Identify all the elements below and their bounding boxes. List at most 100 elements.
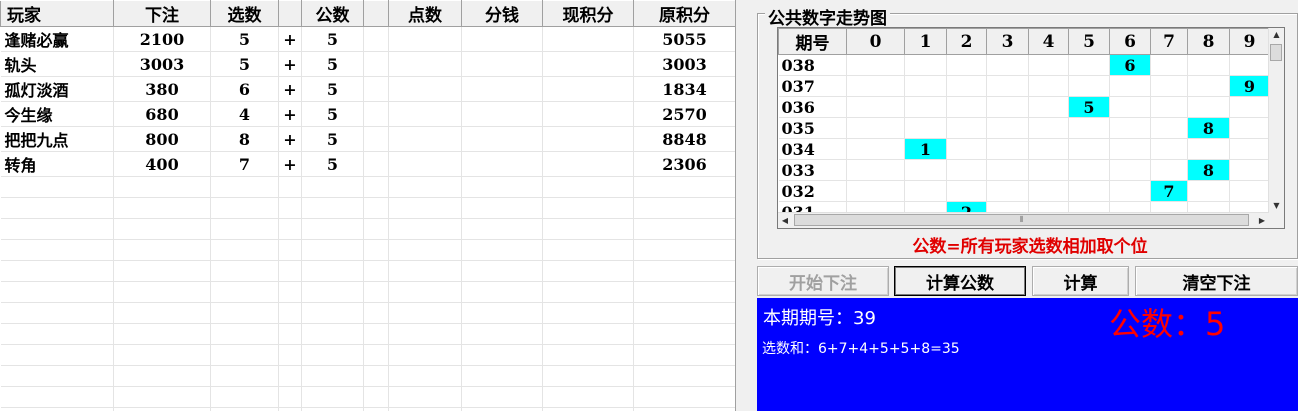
empty-row[interactable]	[0, 197, 735, 219]
player-cell-pick	[210, 365, 279, 387]
scroll-down-arrow-icon[interactable]: ▼	[1269, 199, 1284, 213]
trend-col-header-digit[interactable]: 2	[946, 28, 987, 55]
player-cell-bet	[113, 281, 211, 303]
player-row[interactable]: 转角 400 7 +5 2306	[0, 151, 735, 177]
scroll-right-arrow-icon[interactable]: ▶	[1255, 213, 1269, 228]
player-cell-blank	[363, 76, 389, 102]
trend-col-header-digit[interactable]: 5	[1068, 28, 1110, 55]
horizontal-scroll-thumb[interactable]: ⦀	[794, 214, 1249, 226]
trend-col-header-digit[interactable]: 0	[846, 28, 905, 55]
player-cell-op: +	[278, 26, 302, 52]
col-header-op[interactable]	[278, 0, 302, 27]
player-cell-public	[301, 239, 364, 261]
player-cell-op	[278, 176, 302, 198]
player-row[interactable]: 孤灯淡酒 380 6 +5 1834	[0, 76, 735, 102]
trend-row[interactable]: 034 1	[778, 138, 1270, 160]
trend-col-header-digit[interactable]: 1	[904, 28, 947, 55]
trend-col-header-digit[interactable]: 4	[1028, 28, 1069, 55]
player-cell-bet: 380	[113, 76, 211, 102]
trend-empty-cell	[1028, 159, 1069, 181]
trend-empty-cell	[1187, 54, 1230, 76]
trend-col-header-digit[interactable]: 3	[986, 28, 1029, 55]
calculate-public-number-button[interactable]: 计算公数	[894, 266, 1026, 296]
player-cell-blank	[363, 126, 389, 152]
trend-empty-cell	[904, 180, 947, 202]
empty-row[interactable]	[0, 218, 735, 240]
empty-row[interactable]	[0, 407, 735, 411]
player-cell-blank	[363, 51, 389, 77]
col-header-blank[interactable]	[363, 0, 389, 27]
trend-col-header-digit[interactable]: 6	[1109, 28, 1151, 55]
trend-empty-cell	[1150, 54, 1188, 76]
vertical-scroll-thumb[interactable]	[1270, 44, 1282, 61]
player-row[interactable]: 把把九点 800 8 +5 8848	[0, 126, 735, 152]
empty-row[interactable]	[0, 176, 735, 198]
trend-hit-cell: 7	[1150, 180, 1188, 202]
player-cell-op: +	[278, 126, 302, 152]
empty-row[interactable]	[0, 302, 735, 324]
empty-row[interactable]	[0, 323, 735, 345]
col-header-current-score[interactable]: 现积分	[542, 0, 634, 27]
trend-empty-cell	[846, 96, 905, 118]
col-header-player[interactable]: 玩家	[0, 0, 114, 27]
col-header-bet[interactable]: 下注	[113, 0, 211, 27]
trend-empty-cell	[1068, 75, 1110, 97]
trend-horizontal-scrollbar[interactable]: ◀ ⦀ ▶	[778, 212, 1269, 228]
player-cell-name: 今生缘	[0, 101, 114, 127]
player-cell-bet	[113, 197, 211, 219]
player-cell-public: 5	[301, 126, 364, 152]
trend-row[interactable]: 038 6	[778, 54, 1270, 76]
player-cell-name	[0, 386, 114, 408]
col-header-original-score[interactable]: 原积分	[633, 0, 735, 27]
trend-col-header-period[interactable]: 期号	[778, 28, 847, 55]
players-grid[interactable]: 玩家 下注 选数 公数 点数 分钱 现积分 原积分 逢赌必赢 2100 5 +5 505…	[0, 0, 736, 411]
empty-row[interactable]	[0, 281, 735, 303]
scroll-up-arrow-icon[interactable]: ▲	[1269, 28, 1284, 42]
player-cell-blank	[363, 239, 389, 261]
col-header-points[interactable]: 点数	[388, 0, 462, 27]
trend-col-header-digit[interactable]: 9	[1229, 28, 1270, 55]
trend-row[interactable]: 036 5	[778, 96, 1270, 118]
calculate-button[interactable]: 计算	[1032, 266, 1129, 296]
player-cell-share	[461, 344, 543, 366]
player-cell-name	[0, 302, 114, 324]
player-cell-bet	[113, 302, 211, 324]
empty-row[interactable]	[0, 260, 735, 282]
player-cell-share	[461, 239, 543, 261]
player-cell-share	[461, 281, 543, 303]
trend-grid[interactable]: 期号 0 1 2 3 4 5 6 7 8 9 038 6 037 9 036 5 035 8 034 1 033 8 032…	[777, 27, 1285, 229]
trend-empty-cell	[1028, 117, 1069, 139]
player-cell-original	[633, 260, 735, 282]
player-row[interactable]: 今生缘 680 4 +5 2570	[0, 101, 735, 127]
trend-col-header-digit[interactable]: 7	[1150, 28, 1188, 55]
player-cell-public: 5	[301, 51, 364, 77]
player-row[interactable]: 轨头 3003 5 +5 3003	[0, 51, 735, 77]
scroll-left-arrow-icon[interactable]: ◀	[778, 213, 792, 228]
trend-hit-cell: 8	[1187, 159, 1230, 181]
player-row[interactable]: 逢赌必赢 2100 5 +5 5055	[0, 26, 735, 52]
player-cell-public: 5	[301, 76, 364, 102]
empty-row[interactable]	[0, 365, 735, 387]
trend-row[interactable]: 035 8	[778, 117, 1270, 139]
player-cell-points	[388, 281, 462, 303]
empty-row[interactable]	[0, 386, 735, 408]
player-cell-points	[388, 51, 462, 77]
trend-row[interactable]: 037 9	[778, 75, 1270, 97]
col-header-pick[interactable]: 选数	[210, 0, 279, 27]
trend-period-cell: 036	[778, 96, 847, 118]
empty-row[interactable]	[0, 344, 735, 366]
trend-empty-cell	[904, 159, 947, 181]
trend-vertical-scrollbar[interactable]: ▲ ▼	[1268, 28, 1284, 213]
trend-row[interactable]: 032 7	[778, 180, 1270, 202]
col-header-share[interactable]: 分钱	[461, 0, 543, 27]
trend-empty-cell	[986, 117, 1029, 139]
trend-row[interactable]: 033 8	[778, 159, 1270, 181]
trend-empty-cell	[904, 54, 947, 76]
col-header-public[interactable]: 公数	[301, 0, 364, 27]
player-cell-points	[388, 151, 462, 177]
trend-col-header-digit[interactable]: 8	[1187, 28, 1230, 55]
empty-row[interactable]	[0, 239, 735, 261]
player-cell-blank	[363, 281, 389, 303]
start-bet-button[interactable]: 开始下注	[757, 266, 889, 296]
clear-bets-button[interactable]: 清空下注	[1135, 266, 1298, 296]
